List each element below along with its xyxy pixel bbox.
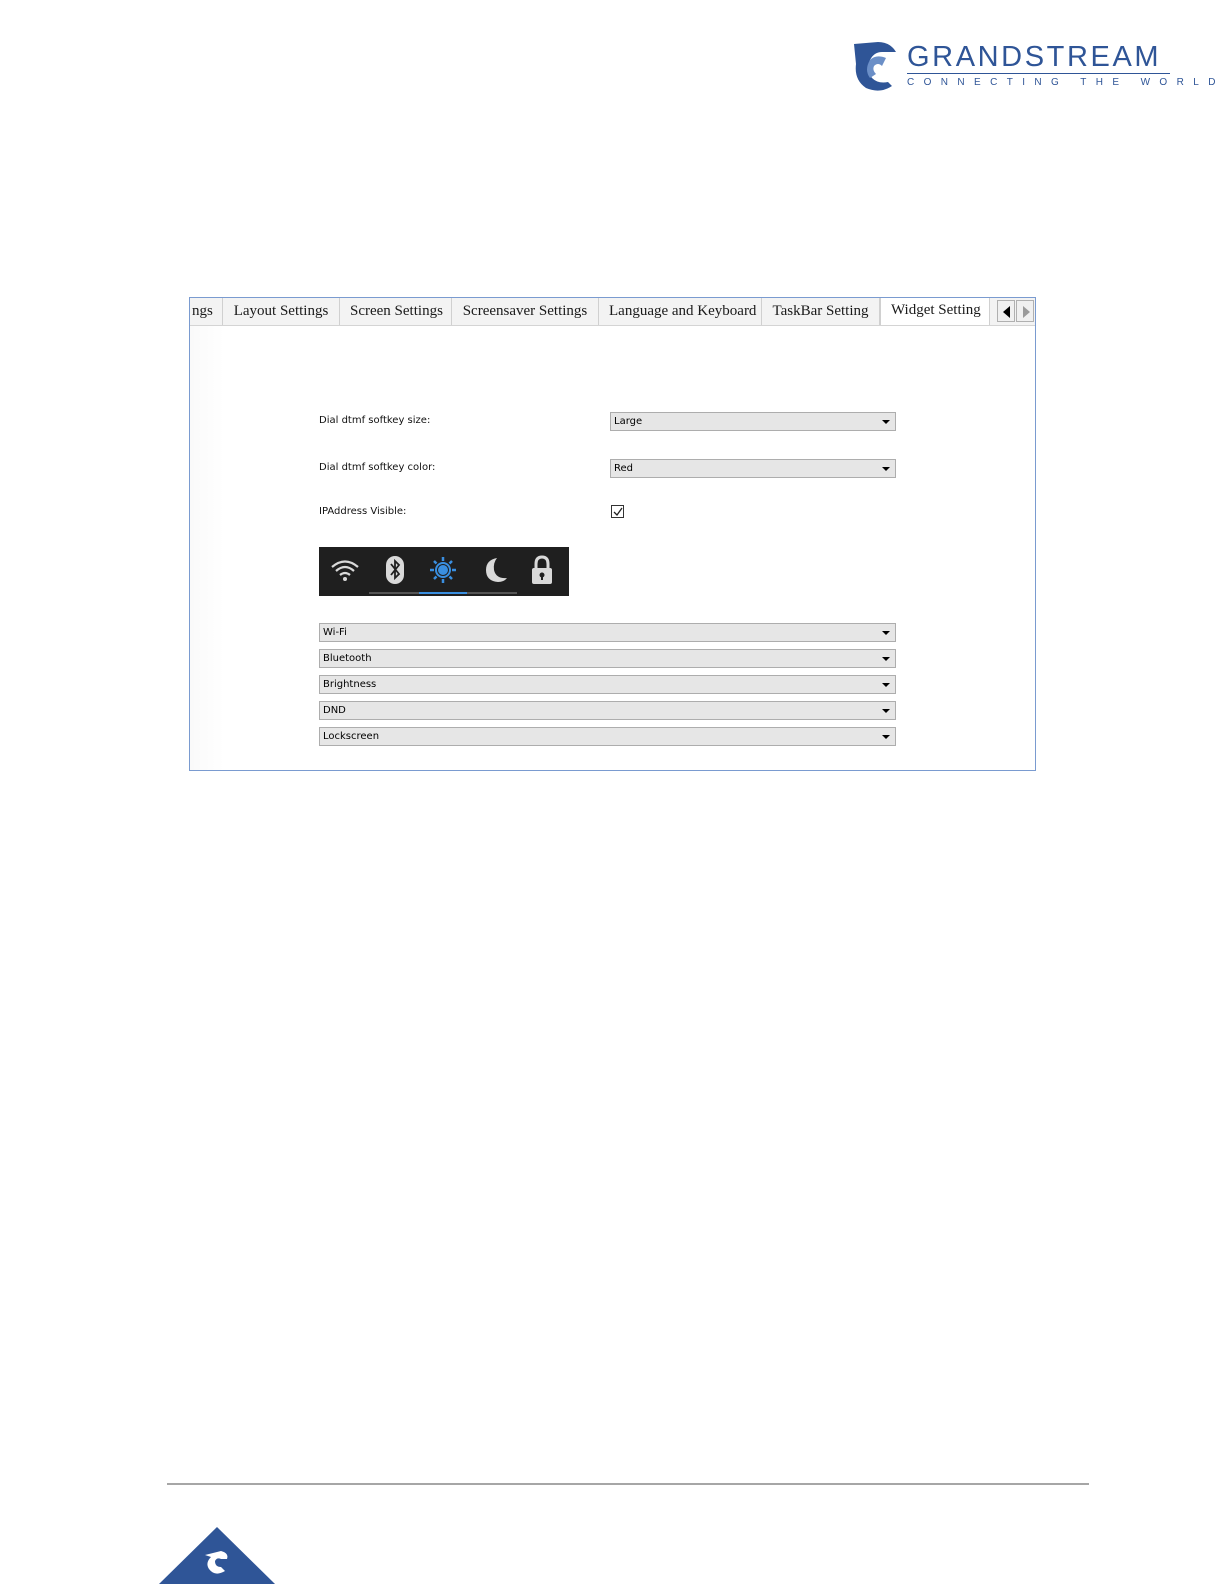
widget-preview (319, 547, 569, 596)
widget-slot-3-value: Brightness (323, 679, 377, 690)
checkmark-icon (613, 507, 623, 517)
bluetooth-icon (386, 556, 404, 584)
widget-setting-panel: Dial dtmf softkey size: Large Dial dtmf … (190, 326, 1035, 770)
widget-slot-2-select[interactable]: Bluetooth (319, 649, 896, 668)
chevron-down-icon (882, 467, 890, 471)
widget-slot-2-value: Bluetooth (323, 653, 372, 664)
settings-window: ngs Layout Settings Screen Settings Scre… (189, 297, 1036, 771)
tab-taskbar-setting[interactable]: TaskBar Setting (762, 298, 880, 325)
brand-name: GRANDSTREAM (907, 41, 1162, 73)
widget-slot-5-value: Lockscreen (323, 731, 380, 742)
widget-slot-3-select[interactable]: Brightness (319, 675, 896, 694)
dtmf-size-value: Large (614, 416, 643, 427)
dtmf-size-label: Dial dtmf softkey size: (319, 415, 431, 426)
widget-slot-1-select[interactable]: Wi-Fi (319, 623, 896, 642)
tab-language-keyboard[interactable]: Language and Keyboard (599, 298, 762, 325)
tab-layout-settings[interactable]: Layout Settings (223, 298, 340, 325)
moon-icon (486, 558, 507, 582)
chevron-down-icon (882, 420, 890, 424)
brand-rule (907, 73, 1170, 74)
panel-shade (190, 326, 224, 770)
widget-slot-1-value: Wi-Fi (323, 627, 347, 638)
tab-truncated[interactable]: ngs (190, 298, 223, 325)
preview-active-underline (419, 592, 467, 594)
lock-icon (532, 555, 552, 584)
grandstream-logo: GRANDSTREAM CONNECTING THE WORLD (852, 40, 1215, 96)
ip-visible-checkbox[interactable] (611, 505, 624, 518)
footer-logo-icon (159, 1527, 275, 1584)
widget-slot-4-value: DND (323, 705, 346, 716)
dtmf-color-select[interactable]: Red (610, 459, 896, 478)
tab-scroll-buttons (997, 300, 1035, 322)
arrow-left-icon (1003, 306, 1010, 318)
chevron-down-icon (882, 735, 890, 739)
dtmf-size-select[interactable]: Large (610, 412, 896, 431)
chevron-down-icon (882, 709, 890, 713)
tab-scroll-right-button[interactable] (1016, 300, 1034, 322)
wifi-icon (331, 560, 359, 581)
tab-screensaver-settings[interactable]: Screensaver Settings (452, 298, 599, 325)
dtmf-color-value: Red (614, 463, 633, 474)
grandstream-logo-mark (854, 42, 896, 91)
dtmf-color-label: Dial dtmf softkey color: (319, 462, 436, 473)
chevron-down-icon (882, 631, 890, 635)
tab-scroll-left-button[interactable] (997, 300, 1015, 322)
preview-tab-underline (467, 592, 517, 594)
brightness-icon (430, 557, 456, 583)
arrow-right-icon (1023, 306, 1030, 318)
tab-widget-setting[interactable]: Widget Setting (880, 298, 990, 325)
brand-tagline: CONNECTING THE WORLD (907, 77, 1224, 88)
tab-screen-settings[interactable]: Screen Settings (340, 298, 452, 325)
footer-divider (167, 1483, 1089, 1485)
tab-bar: ngs Layout Settings Screen Settings Scre… (190, 298, 1035, 326)
preview-tab-underline (369, 592, 419, 594)
chevron-down-icon (882, 657, 890, 661)
chevron-down-icon (882, 683, 890, 687)
widget-slot-4-select[interactable]: DND (319, 701, 896, 720)
widget-slot-5-select[interactable]: Lockscreen (319, 727, 896, 746)
ip-visible-label: IPAddress Visible: (319, 506, 407, 517)
